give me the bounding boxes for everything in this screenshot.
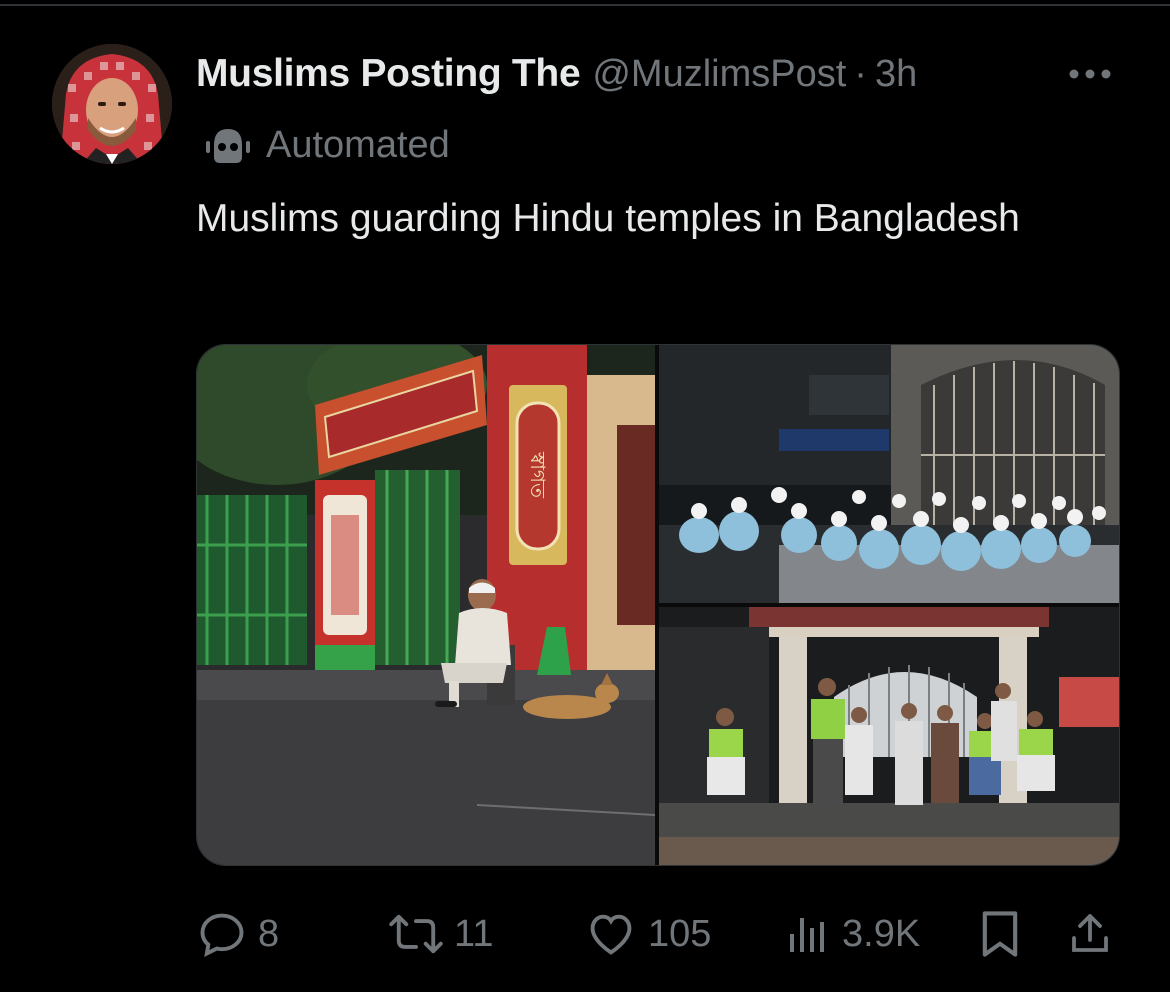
reply-button[interactable]: 8 — [196, 902, 279, 966]
separator-dot: · — [854, 52, 867, 95]
views-chart-icon — [790, 918, 824, 952]
bot-icon — [206, 129, 250, 163]
repost-icon — [389, 914, 443, 954]
like-count: 105 — [648, 912, 712, 955]
view-count: 3.9K — [842, 912, 921, 955]
repost-button[interactable]: 11 — [388, 902, 493, 966]
automated-badge[interactable]: Automated — [206, 120, 450, 170]
tweet-header: Muslims Posting The @MuzlimsPost · 3h — [196, 48, 1126, 100]
reply-icon — [200, 913, 244, 957]
media-grid[interactable]: স্বাগত — [196, 344, 1120, 866]
like-button[interactable]: 105 — [584, 902, 711, 966]
automated-label: Automated — [266, 123, 450, 166]
display-name[interactable]: Muslims Posting The — [196, 52, 580, 96]
gate-welcome-text: স্বাগত — [526, 451, 550, 499]
bookmark-button[interactable] — [978, 902, 1022, 966]
photo-group-seated-at-night[interactable] — [659, 345, 1119, 603]
more-options-icon — [1069, 69, 1111, 79]
vests-group-photo — [659, 607, 1119, 865]
more-options-button[interactable] — [1066, 56, 1114, 92]
tweet-text: Muslims guarding Hindu temples in Bangla… — [196, 197, 1020, 240]
heart-icon — [590, 914, 632, 955]
action-bar: 8 11 105 3.9K — [0, 902, 1170, 966]
avatar-icon — [52, 44, 172, 164]
top-divider — [0, 4, 1170, 6]
user-handle[interactable]: @MuzlimsPost — [592, 53, 846, 96]
share-button[interactable] — [1066, 902, 1114, 966]
avatar[interactable] — [52, 44, 172, 164]
photo-group-in-vests[interactable] — [659, 607, 1119, 865]
temple-gate-photo: স্বাগত — [197, 345, 655, 865]
share-icon — [1072, 914, 1108, 952]
reply-count: 8 — [258, 912, 280, 955]
night-group-photo — [659, 345, 1119, 603]
timestamp[interactable]: 3h — [875, 53, 917, 96]
bookmark-icon — [982, 911, 1018, 957]
photo-man-at-temple-gate[interactable]: স্বাগত — [197, 345, 655, 865]
repost-count: 11 — [454, 912, 494, 955]
views-button[interactable]: 3.9K — [784, 902, 920, 966]
